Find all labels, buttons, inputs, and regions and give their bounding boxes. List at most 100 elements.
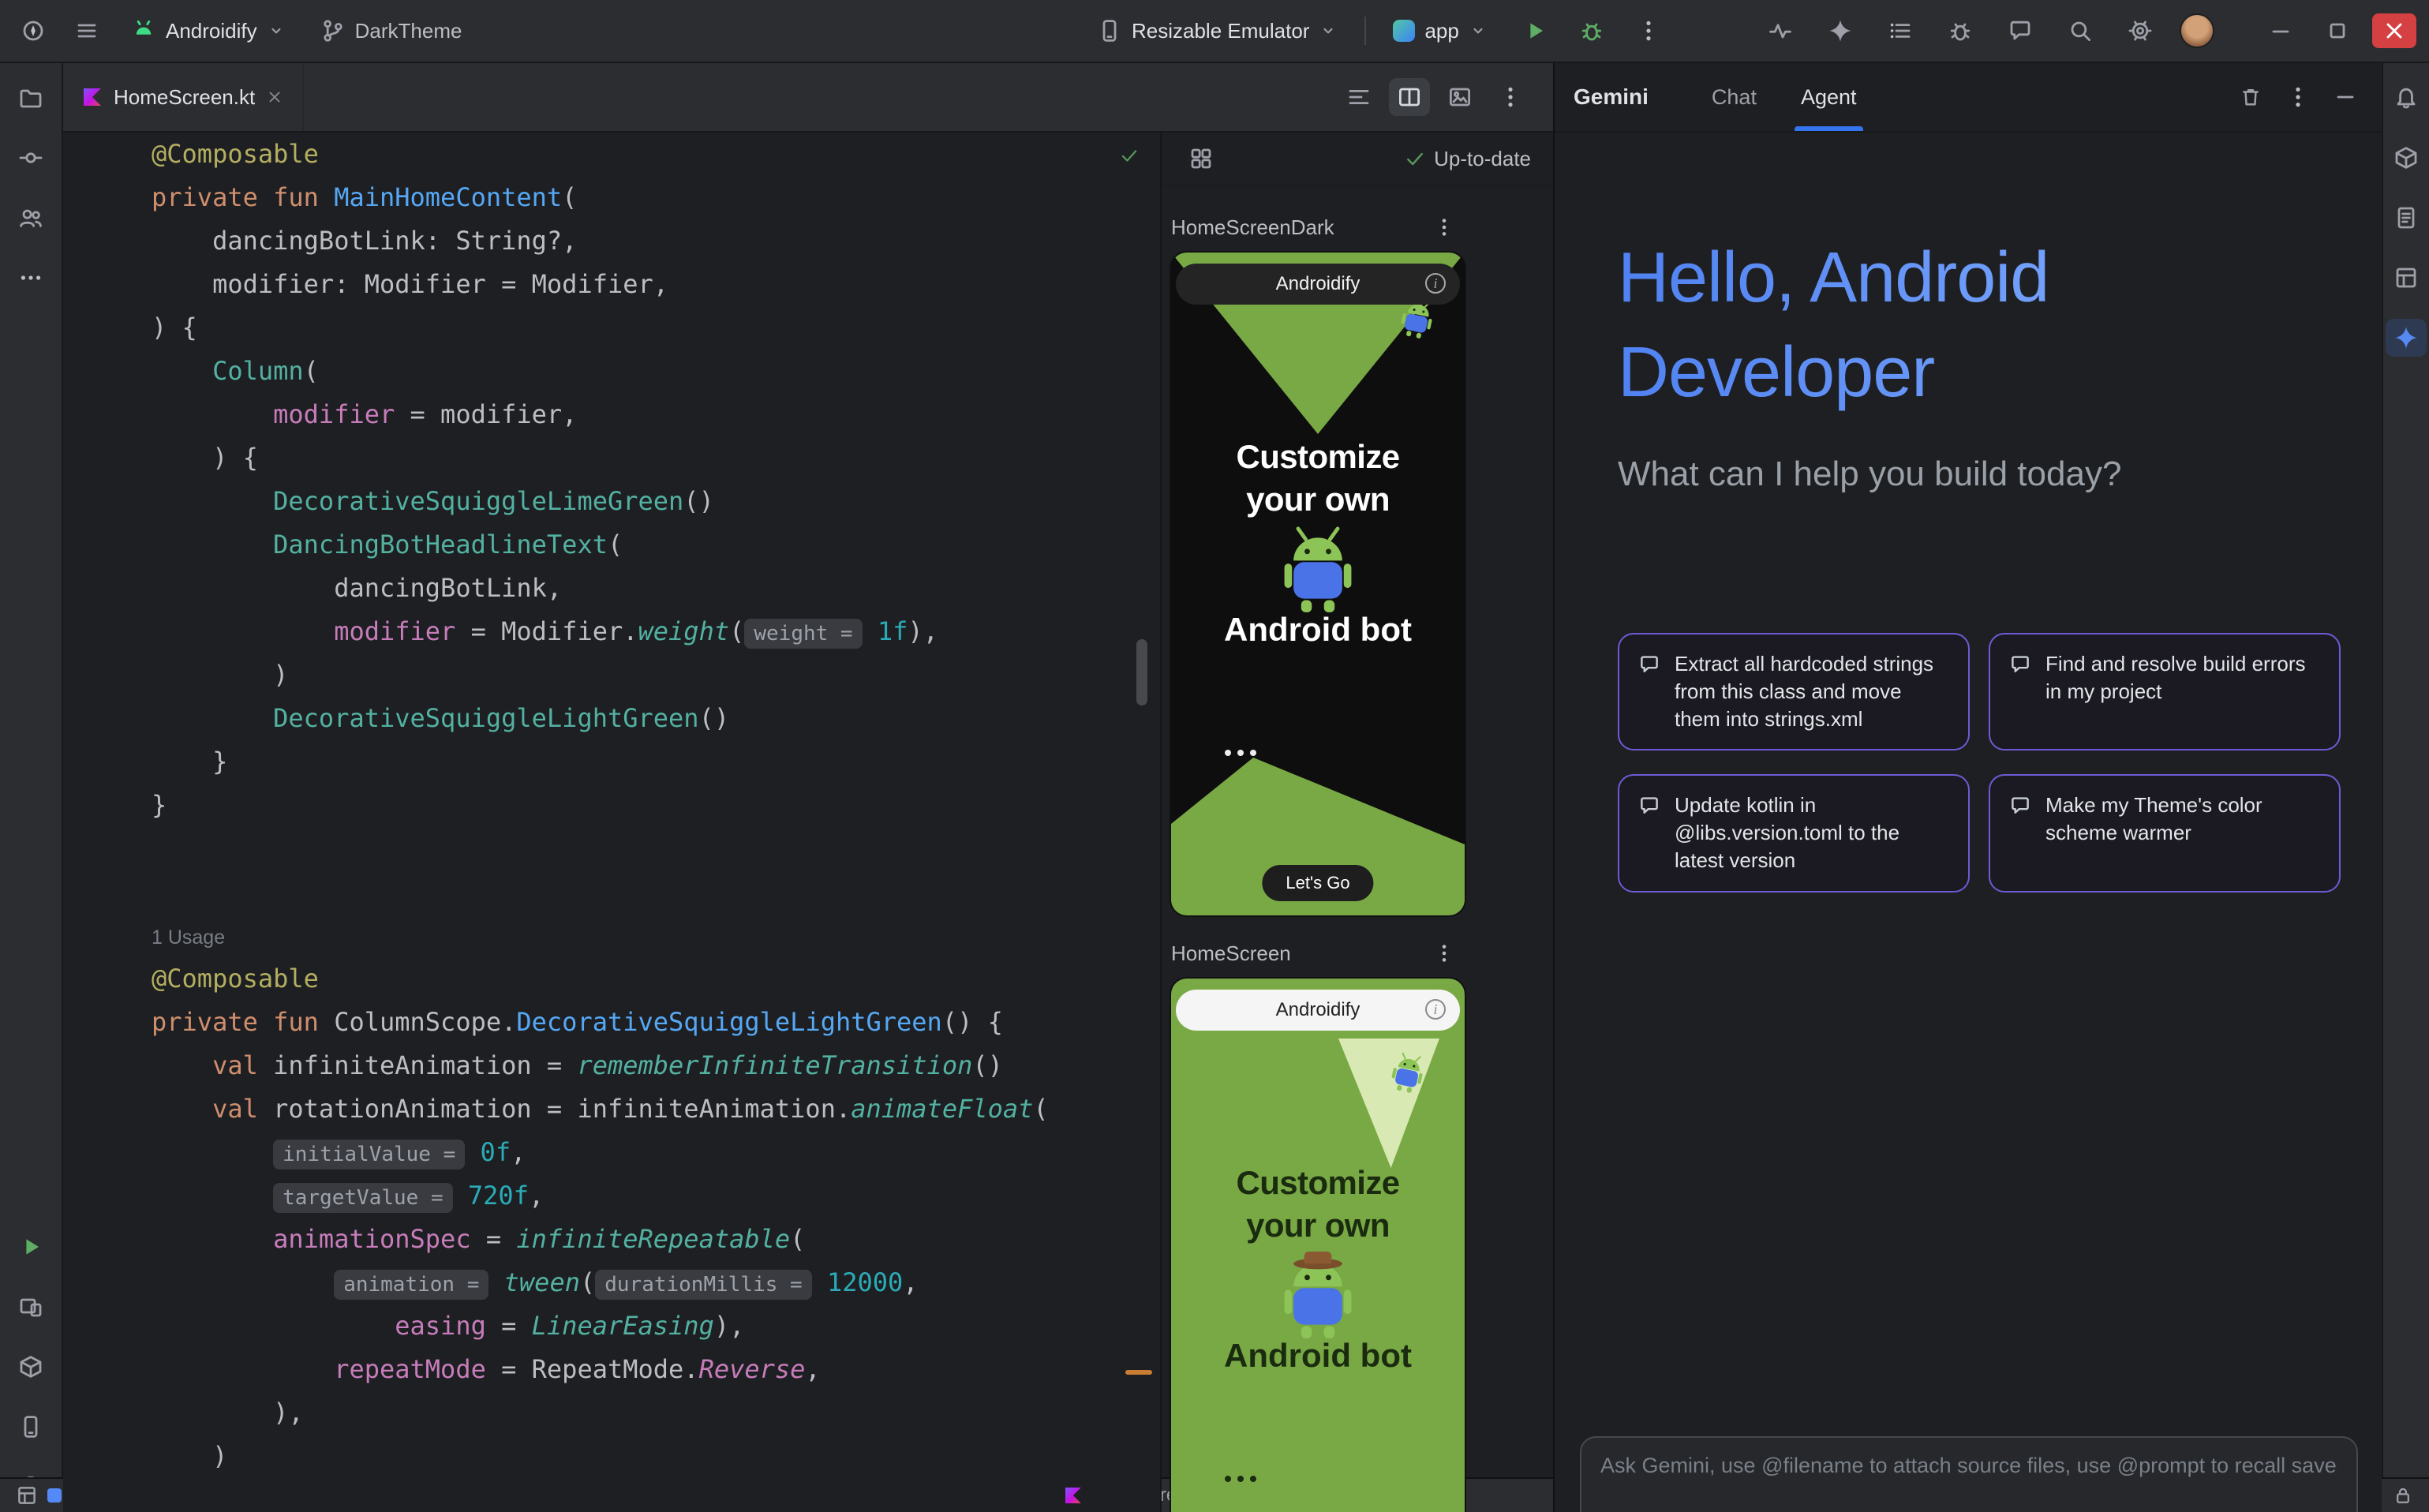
documentation-tool-icon[interactable] (2386, 199, 2427, 237)
project-tool-icon[interactable] (10, 79, 51, 117)
code-line: easing = LinearEasing), (152, 1304, 1160, 1348)
suggestion-text: Find and resolve build errors in my proj… (2045, 650, 2320, 733)
user-avatar[interactable] (2180, 13, 2214, 48)
code-line: animationSpec = infiniteRepeatable( (152, 1218, 1160, 1261)
suggestion-text: Extract all hardcoded strings from this … (1675, 650, 1949, 733)
mini-bot-illustration (1385, 1048, 1431, 1098)
lets-go-button[interactable]: Let's Go (1262, 865, 1373, 901)
window-maximize-button[interactable] (2315, 13, 2360, 48)
tab-chat[interactable]: Chat (1690, 63, 1779, 131)
compose-preview-panel: Up-to-date HomeScreenDark (1160, 133, 1553, 1512)
tool-window-layout-icon[interactable] (16, 1484, 38, 1506)
feedback-icon[interactable] (2000, 12, 2041, 50)
suggestion-card[interactable]: Make my Theme's color scheme warmer (1989, 774, 2341, 892)
suggestion-card[interactable]: Update kotlin in @libs.version.toml to t… (1618, 774, 1970, 892)
check-icon (1404, 148, 1426, 170)
code-line: DecorativeSquiggleLightGreen() (152, 697, 1160, 740)
inspection-ok-icon[interactable] (1119, 145, 1140, 166)
hide-panel-icon[interactable] (2325, 78, 2366, 116)
main-menu-icon[interactable] (66, 12, 107, 50)
clear-chat-icon[interactable] (2230, 78, 2271, 116)
code-line: repeatMode = RepeatMode.Reverse, (152, 1348, 1160, 1391)
code-line: private fun MainHomeContent( (152, 176, 1160, 219)
android-studio-window: Androidify DarkTheme Resizable Emulator … (0, 0, 2429, 1512)
profiler-icon[interactable] (1760, 12, 1801, 50)
suggestion-card[interactable]: Extract all hardcoded strings from this … (1618, 633, 1970, 750)
close-tab-icon[interactable] (266, 88, 283, 106)
tab-agent[interactable]: Agent (1779, 63, 1879, 131)
gemini-greeting: Hello, Android Developer (1555, 133, 2382, 420)
debug-button[interactable] (1571, 12, 1612, 50)
ai-actions-icon[interactable] (1820, 12, 1861, 50)
project-name: Androidify (166, 19, 257, 43)
code-line: @Composable (152, 957, 1160, 1001)
decorative-dots (1225, 750, 1256, 756)
window-minimize-button[interactable] (2259, 13, 2303, 48)
info-icon: i (1425, 273, 1446, 294)
split-view-toggle[interactable] (1389, 78, 1430, 116)
chat-bubble-icon (2009, 795, 2031, 817)
chat-bubble-icon (2009, 653, 2031, 676)
running-devices-tool-icon[interactable] (10, 1408, 51, 1446)
task-list-icon[interactable] (1880, 12, 1921, 50)
run-configuration-selector[interactable]: app (1382, 14, 1498, 48)
code-line: @Composable (152, 133, 1160, 176)
gemini-body: Hello, Android Developer What can I help… (1555, 133, 2382, 1512)
preview-headline: Customize your own (1171, 436, 1465, 521)
window-close-button[interactable] (2372, 13, 2416, 48)
titlebar: Androidify DarkTheme Resizable Emulator … (0, 0, 2429, 63)
commit-tool-icon[interactable] (10, 139, 51, 177)
device-selector[interactable]: Resizable Emulator (1086, 13, 1349, 48)
module-icon (47, 1488, 62, 1503)
device-manager-tool-icon[interactable] (10, 1288, 51, 1326)
gemini-prompt-input[interactable] (1600, 1454, 2337, 1478)
notifications-tool-icon[interactable] (2386, 79, 2427, 117)
code-line (152, 870, 1160, 914)
preview-app-bar: Androidify i (1176, 264, 1460, 305)
editor-tab-homescreen[interactable]: HomeScreen.kt (63, 63, 304, 131)
design-view-toggle[interactable] (1439, 78, 1480, 116)
preview-options-icon[interactable] (1424, 934, 1465, 972)
app-insights-icon[interactable] (1940, 12, 1981, 50)
search-everywhere-icon[interactable] (2060, 12, 2101, 50)
code-line: initialValue = 0f, (152, 1131, 1160, 1174)
run-tool-icon[interactable] (10, 1228, 51, 1266)
preview-layout-icon[interactable] (1181, 140, 1222, 178)
gemini-panel: Gemini Chat Agent Hello, Android Develop… (1553, 63, 2382, 1512)
vcs-branch-widget[interactable]: DarkTheme (309, 13, 473, 48)
editor-zone: HomeScreen.kt @Composableprivate fun Mai… (63, 63, 1553, 1512)
build-tool-icon[interactable] (10, 1348, 51, 1386)
gemini-panel-title: Gemini (1574, 84, 1649, 110)
settings-gear-icon[interactable] (2120, 12, 2161, 50)
code-line: dancingBotLink: String?, (152, 219, 1160, 263)
gemini-options-icon[interactable] (2277, 78, 2319, 116)
code-view-toggle[interactable] (1338, 78, 1379, 116)
more-tool-windows-icon[interactable] (10, 259, 51, 297)
chevron-down-icon (1319, 21, 1338, 40)
code-line: } (152, 740, 1160, 784)
pull-requests-tool-icon[interactable] (10, 199, 51, 237)
info-icon: i (1425, 999, 1446, 1020)
preview-app-bar: Androidify i (1176, 990, 1460, 1031)
gemini-tool-icon[interactable] (2386, 319, 2427, 357)
more-actions-icon[interactable] (1628, 12, 1669, 50)
lock-icon[interactable] (2393, 1485, 2413, 1506)
suggestion-card[interactable]: Find and resolve build errors in my proj… (1989, 633, 2341, 750)
code-line: ), (152, 1391, 1160, 1435)
kotlin-file-icon (82, 87, 103, 107)
assistant-tool-icon[interactable] (2386, 139, 2427, 177)
layout-inspector-tool-icon[interactable] (2386, 259, 2427, 297)
code-editor[interactable]: @Composableprivate fun MainHomeContent( … (63, 133, 1160, 1512)
gemini-prompt-box[interactable]: Context (6) Gemini 2.5 Pro (1580, 1436, 2358, 1512)
preview-name: HomeScreenDark (1171, 215, 1334, 240)
code-line: DecorativeSquiggleLimeGreen() (152, 480, 1160, 523)
editor-scrollbar[interactable] (1136, 639, 1147, 705)
preview-homescreen-dark[interactable]: Androidify i Customize your own Android … (1171, 253, 1465, 915)
code-line: dancingBotLink, (152, 567, 1160, 610)
preview-homescreen-light[interactable]: Androidify i Customize your own Android … (1171, 979, 1465, 1512)
preview-options-icon[interactable] (1424, 208, 1465, 246)
code-line (152, 827, 1160, 870)
editor-options-icon[interactable] (1490, 78, 1531, 116)
run-button[interactable] (1514, 12, 1555, 50)
project-selector[interactable]: Androidify (120, 13, 297, 48)
